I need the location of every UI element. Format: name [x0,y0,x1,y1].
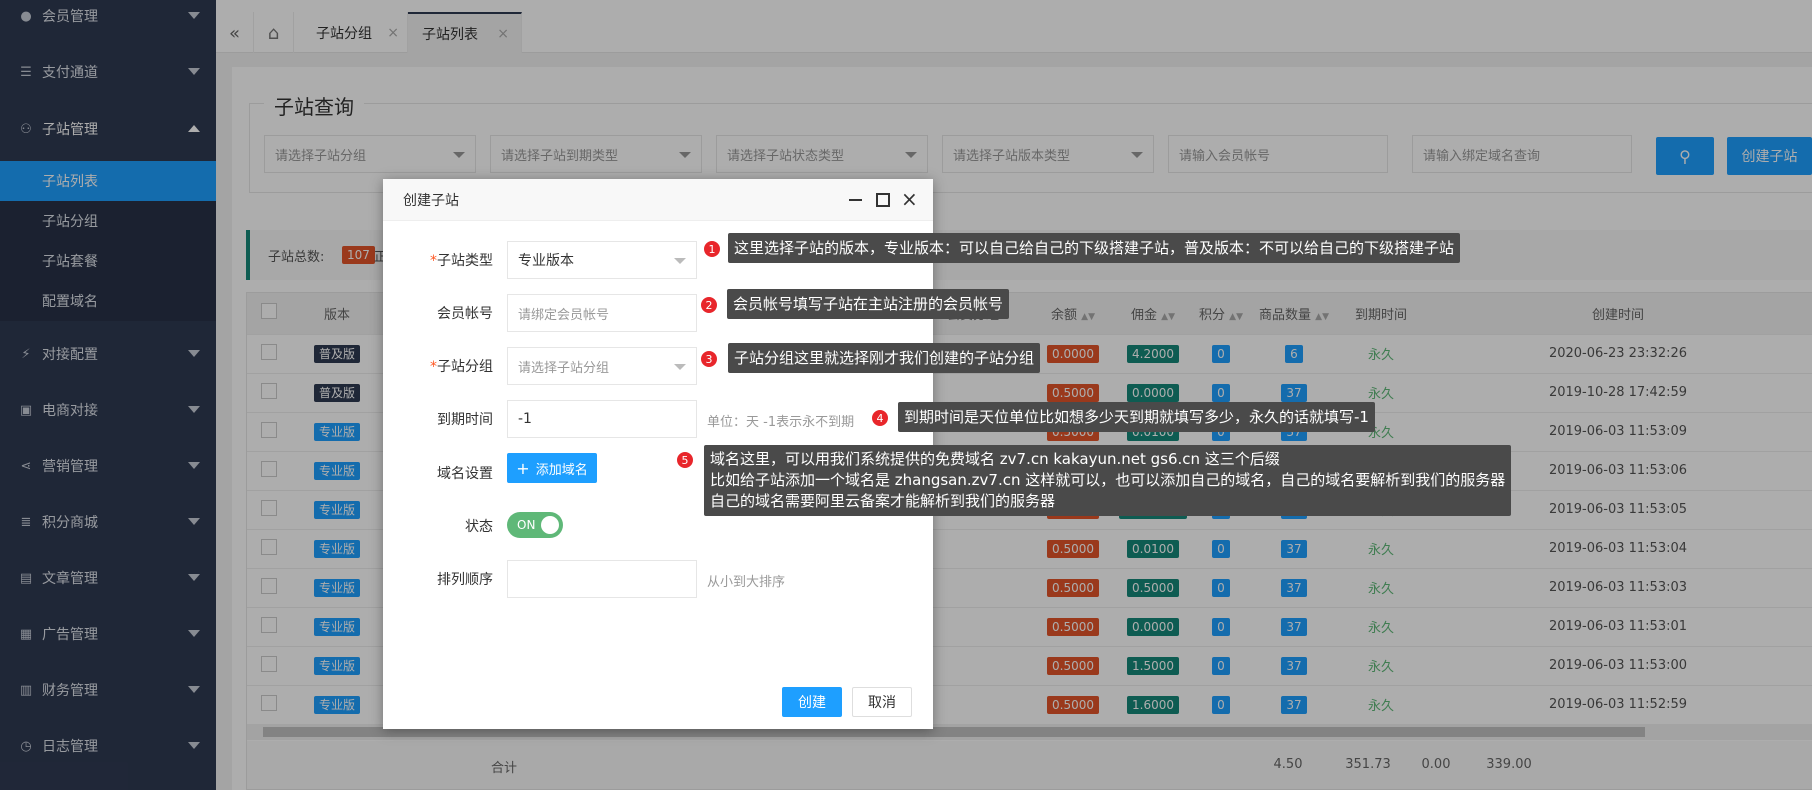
select-placeholder: 请选择子站分组 [518,360,610,376]
required-mark: * [430,253,437,269]
plus-icon: + [516,458,530,478]
annotation-badge: 4 [871,409,889,427]
button-label: 添加域名 [535,462,588,478]
toggle-knob [541,516,559,534]
member-label: 会员帐号 [437,306,493,322]
expire-input[interactable]: -1 [507,400,697,438]
required-mark: * [430,359,437,375]
label-text: 子站分组 [437,359,493,375]
annotation-badge: 3 [700,350,718,368]
group-label: *子站分组 [383,356,493,376]
add-domain-button[interactable]: + 添加域名 [507,453,597,483]
annotation-line: 自己的域名需要阿里云备案才能解析到我们的服务器 [710,492,1056,510]
cancel-button[interactable]: 取消 [852,687,912,717]
status-toggle[interactable]: ON [507,512,563,538]
annotation-note: 到期时间是天位单位比如想多少天到期就填写多少，永久的话就填写-1 [898,402,1375,432]
select-value: 专业版本 [518,253,574,269]
order-label: 排列顺序 [437,572,493,588]
type-select[interactable]: 专业版本 [507,241,697,279]
annotation-badge: 1 [703,240,721,258]
maximize-icon[interactable] [876,193,890,207]
type-label: *子站类型 [383,250,493,270]
chevron-down-icon [674,258,686,264]
group-select[interactable]: 请选择子站分组 [507,347,697,385]
expire-label: 到期时间 [437,412,493,428]
close-icon[interactable]: × [901,187,918,211]
expire-hint: 单位：天 -1表示永不到期 [707,415,855,430]
status-label: 状态 [465,519,493,535]
dialog-header: 创建子站 × [383,179,933,221]
label-text: 子站类型 [437,253,493,269]
annotation-badge: 5 [676,451,694,469]
annotation-note: 子站分组这里就选择刚才我们创建的子站分组 [728,343,1041,373]
toggle-label: ON [517,518,536,532]
annotation-note: 会员帐号填写子站在主站注册的会员帐号 [727,289,1010,319]
member-input[interactable]: 请绑定会员帐号 [507,294,697,332]
order-input[interactable] [507,560,697,598]
submit-button[interactable]: 创建 [782,687,842,717]
dialog-title: 创建子站 [403,192,459,209]
annotation-note: 这里选择子站的版本，专业版本：可以自己给自己的下级搭建子站，普及版本：不可以给自… [728,233,1461,263]
annotation-line: 比如给子站添加一个域名是 zhangsan.zv7.cn 这样就可以，也可以添加… [710,471,1506,489]
annotation-line: 域名这里，可以用我们系统提供的免费域名 zv7.cn kakayun.net g… [710,450,1280,468]
chevron-down-icon [674,364,686,370]
annotation-badge: 2 [700,296,718,314]
minimize-icon[interactable] [849,199,862,201]
order-hint: 从小到大排序 [707,575,786,590]
domain-label: 域名设置 [437,466,493,482]
annotation-note: 域名这里，可以用我们系统提供的免费域名 zv7.cn kakayun.net g… [704,445,1512,516]
